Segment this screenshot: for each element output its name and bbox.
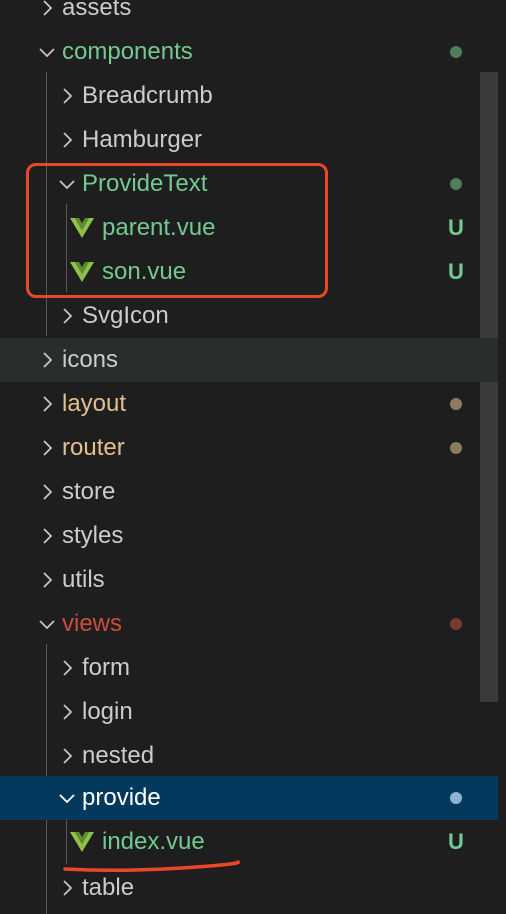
tree-item-router[interactable]: router xyxy=(0,426,498,470)
chevron-right-icon xyxy=(36,525,58,547)
chevron-right-icon xyxy=(56,657,78,679)
tree-item-nested[interactable]: nested xyxy=(0,734,498,778)
tree-item-store[interactable]: store xyxy=(0,470,498,514)
tree-item-components[interactable]: components xyxy=(0,30,498,74)
tree-item-utils[interactable]: utils xyxy=(0,558,498,602)
tree-item-label: layout xyxy=(62,390,127,417)
git-untracked-badge: U xyxy=(448,259,464,284)
chevron-right-icon xyxy=(56,129,78,151)
tree-item-views[interactable]: views xyxy=(0,602,498,646)
chevron-down-icon xyxy=(36,613,58,635)
chevron-right-icon xyxy=(56,877,78,899)
vue-file-icon xyxy=(70,831,96,853)
tree-item-hamburger[interactable]: Hamburger xyxy=(0,118,498,162)
chevron-right-icon xyxy=(36,481,58,503)
tree-item-label: Breadcrumb xyxy=(82,82,213,109)
git-status-dot xyxy=(450,178,462,190)
chevron-right-icon xyxy=(56,85,78,107)
git-untracked-badge: U xyxy=(448,829,464,854)
chevron-right-icon xyxy=(56,745,78,767)
tree-item-breadcrumb[interactable]: Breadcrumb xyxy=(0,74,498,118)
file-explorer-tree: assets components Breadcrumb Hamburger P… xyxy=(0,0,506,914)
tree-item-label: store xyxy=(62,478,116,505)
tree-item-label: assets xyxy=(62,0,132,21)
chevron-right-icon xyxy=(56,305,78,327)
git-status-dot xyxy=(450,442,462,454)
tree-item-label: components xyxy=(62,38,193,65)
tree-item-label: nested xyxy=(82,742,155,769)
chevron-right-icon xyxy=(36,437,58,459)
tree-item-label: router xyxy=(62,434,125,461)
tree-item-assets[interactable]: assets xyxy=(0,0,498,30)
tree-item-styles[interactable]: styles xyxy=(0,514,498,558)
chevron-right-icon xyxy=(36,393,58,415)
git-status-dot xyxy=(450,792,462,804)
tree-item-svgicon[interactable]: SvgIcon xyxy=(0,294,498,338)
tree-item-label: icons xyxy=(62,346,119,373)
chevron-right-icon xyxy=(36,349,58,371)
tree-item-label: Hamburger xyxy=(82,126,203,153)
tree-item-provide[interactable]: provide xyxy=(0,776,498,820)
tree-item-icons[interactable]: icons xyxy=(0,338,498,382)
tree-item-login[interactable]: login xyxy=(0,690,498,734)
chevron-right-icon xyxy=(56,701,78,723)
tree-item-label: SvgIcon xyxy=(82,302,169,329)
tree-item-label: views xyxy=(62,610,123,637)
annotation-underline xyxy=(63,860,240,873)
git-status-dot xyxy=(450,618,462,630)
chevron-down-icon xyxy=(56,787,78,809)
tree-item-label: styles xyxy=(62,522,124,549)
git-status-dot xyxy=(450,46,462,58)
tree-item-layout[interactable]: layout xyxy=(0,382,498,426)
git-untracked-badge: U xyxy=(448,215,464,240)
tree-item-label: utils xyxy=(62,566,105,593)
tree-item-label: form xyxy=(82,654,130,681)
chevron-right-icon xyxy=(36,0,58,19)
tree-item-form[interactable]: form xyxy=(0,646,498,690)
chevron-right-icon xyxy=(36,569,58,591)
chevron-down-icon xyxy=(36,41,58,63)
tree-item-label: login xyxy=(82,698,133,725)
annotation-highlight-box xyxy=(26,163,328,298)
git-status-dot xyxy=(450,398,462,410)
tree-item-label: provide xyxy=(82,784,161,811)
